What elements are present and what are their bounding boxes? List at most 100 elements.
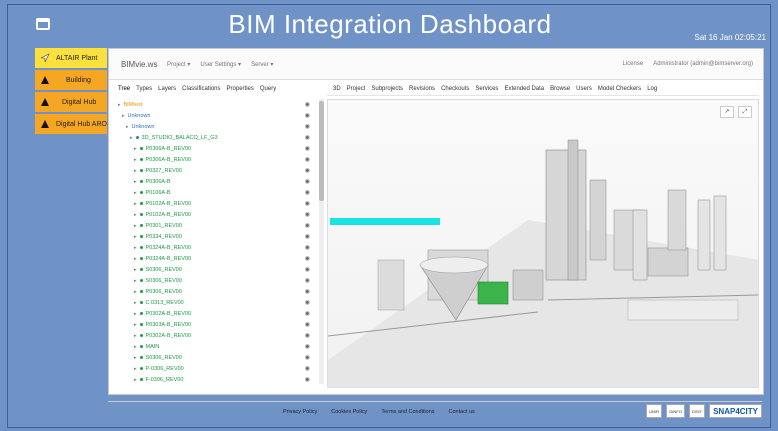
tree-item[interactable]: ▸ P0102A-B_REV00 ◉	[114, 209, 314, 220]
expand-caret-icon[interactable]: ▸	[134, 377, 137, 383]
visibility-eye-icon[interactable]: ◉	[305, 343, 310, 350]
visibility-eye-icon[interactable]: ◉	[305, 321, 310, 328]
tree-item[interactable]: ▸ P0327_REV00 ◉	[114, 165, 314, 176]
visibility-eye-icon[interactable]: ◉	[305, 255, 310, 262]
visibility-eye-icon[interactable]: ◉	[305, 145, 310, 152]
visibility-eye-icon[interactable]: ◉	[305, 233, 310, 240]
menu-server[interactable]: Server ▾	[251, 61, 273, 68]
user-menu[interactable]: Administrator (admin@bimserver.org)	[653, 61, 753, 67]
visibility-eye-icon[interactable]: ◉	[305, 332, 310, 339]
expand-caret-icon[interactable]: ▸	[130, 135, 133, 141]
tree-item[interactable]: ▸ P0302A-B_REV00 ◉	[114, 308, 314, 319]
dinfo-logo[interactable]: DINFO	[666, 404, 685, 418]
menu-user-settings[interactable]: User Settings ▾	[200, 61, 241, 68]
visibility-eye-icon[interactable]: ◉	[305, 101, 310, 108]
brand-link[interactable]: BIMvie.ws	[121, 60, 157, 69]
tree-item[interactable]: ▸ P0334_REV00 ◉	[114, 231, 314, 242]
tab-revisions[interactable]: Revisions	[409, 86, 435, 92]
snap4city-logo[interactable]: SNAP4CITY	[709, 404, 762, 418]
tab-model-checkers[interactable]: Model Checkers	[598, 86, 641, 92]
license-link[interactable]: License	[623, 61, 644, 67]
tree-item[interactable]: ▸ P0306A-B_REV00 ◉	[114, 143, 314, 154]
expand-caret-icon[interactable]: ▸	[134, 190, 137, 196]
privacy-policy-link[interactable]: Privacy Policy	[283, 409, 317, 415]
unifi-logo[interactable]: UNIFI	[645, 404, 663, 418]
scrollbar-thumb[interactable]	[319, 101, 324, 201]
expand-caret-icon[interactable]: ▸	[134, 344, 137, 350]
visibility-eye-icon[interactable]: ◉	[305, 211, 310, 218]
sidebar-item-digital-hub-aro[interactable]: Digital Hub ARO	[35, 114, 107, 134]
tab-log[interactable]: Log	[647, 86, 657, 92]
visibility-eye-icon[interactable]: ◉	[305, 134, 310, 141]
tree-item[interactable]: ▸ P-0306_REV00 ◉	[114, 363, 314, 374]
pin-icon[interactable]: ↗	[720, 106, 734, 118]
visibility-eye-icon[interactable]: ◉	[305, 189, 310, 196]
visibility-eye-icon[interactable]: ◉	[305, 178, 310, 185]
tree-item[interactable]: ▸ P0324A-B_REV00 ◉	[114, 242, 314, 253]
tab-extended-data[interactable]: Extended Data	[504, 86, 544, 92]
tab-subprojects[interactable]: Subprojects	[371, 86, 403, 92]
tab-classifications[interactable]: Classifications	[182, 86, 220, 92]
visibility-eye-icon[interactable]: ◉	[305, 156, 310, 163]
expand-caret-icon[interactable]: ▸	[134, 333, 137, 339]
tree-item[interactable]: ▸ 3D_STUDIO_BALACO_LF_G3 ◉	[114, 132, 314, 143]
tab-3d[interactable]: 3D	[333, 86, 341, 92]
terms-link[interactable]: Terms and Conditions	[381, 409, 434, 415]
3d-viewer[interactable]: ↗ ⤢	[327, 99, 759, 388]
visibility-eye-icon[interactable]: ◉	[305, 200, 310, 207]
tree-item[interactable]: ▸ P0106A-B ◉	[114, 187, 314, 198]
tree-item[interactable]: ▸ S0306_REV00 ◉	[114, 352, 314, 363]
tree-item[interactable]: ▸ MAIN ◉	[114, 341, 314, 352]
expand-caret-icon[interactable]: ▸	[134, 212, 137, 218]
visibility-eye-icon[interactable]: ◉	[305, 376, 310, 383]
tree-item[interactable]: ▸ P0102A-B_REV00 ◉	[114, 198, 314, 209]
disit-logo[interactable]: DISIT	[688, 404, 706, 418]
tab-checkouts[interactable]: Checkouts	[441, 86, 469, 92]
tree-item[interactable]: ▸ Unknown ◉	[114, 121, 314, 132]
visibility-eye-icon[interactable]: ◉	[305, 222, 310, 229]
visibility-eye-icon[interactable]: ◉	[305, 299, 310, 306]
sidebar-item-altair-plant[interactable]: ALTAIR Plant	[35, 48, 107, 68]
tree-item[interactable]: ▸ P0324A-B_REV00 ◉	[114, 253, 314, 264]
tree-item[interactable]: ▸ P0302A-B_REV00 ◉	[114, 330, 314, 341]
sidebar-item-digital-hub[interactable]: Digital Hub	[35, 92, 107, 112]
tree-item[interactable]: ▸ P0306A-B ◉	[114, 176, 314, 187]
expand-caret-icon[interactable]: ▸	[134, 157, 137, 163]
tab-services[interactable]: Services	[475, 86, 498, 92]
tab-properties[interactable]: Properties	[227, 86, 254, 92]
visibility-eye-icon[interactable]: ◉	[305, 365, 310, 372]
expand-caret-icon[interactable]: ▸	[134, 322, 137, 328]
visibility-eye-icon[interactable]: ◉	[305, 277, 310, 284]
expand-caret-icon[interactable]: ▸	[118, 102, 121, 108]
tab-browse[interactable]: Browse	[550, 86, 570, 92]
tree-item[interactable]: ▸ P0306_REV00 ◉	[114, 286, 314, 297]
expand-caret-icon[interactable]: ▸	[134, 289, 137, 295]
expand-caret-icon[interactable]: ▸	[134, 300, 137, 306]
expand-caret-icon[interactable]: ▸	[134, 267, 137, 273]
expand-caret-icon[interactable]: ▸	[122, 113, 125, 119]
expand-caret-icon[interactable]: ▸	[134, 146, 137, 152]
contact-link[interactable]: Contact us	[449, 409, 475, 415]
tab-users[interactable]: Users	[576, 86, 592, 92]
visibility-eye-icon[interactable]: ◉	[305, 310, 310, 317]
expand-caret-icon[interactable]: ▸	[134, 311, 137, 317]
expand-caret-icon[interactable]: ▸	[134, 278, 137, 284]
tree-item[interactable]: ▸ S0306_REV00 ◉	[114, 275, 314, 286]
tree-item[interactable]: ▸ Unknown ◉	[114, 110, 314, 121]
visibility-eye-icon[interactable]: ◉	[305, 354, 310, 361]
visibility-eye-icon[interactable]: ◉	[305, 266, 310, 273]
tree-item[interactable]: ▸ BIMtest ◉	[114, 99, 314, 110]
visibility-eye-icon[interactable]: ◉	[305, 244, 310, 251]
expand-caret-icon[interactable]: ▸	[134, 201, 137, 207]
expand-caret-icon[interactable]: ▸	[126, 124, 129, 130]
tree-item[interactable]: ▸ P0306A-B_REV00 ◉	[114, 154, 314, 165]
expand-caret-icon[interactable]: ▸	[134, 355, 137, 361]
tree-item[interactable]: ▸ P0301_REV00 ◉	[114, 220, 314, 231]
expand-caret-icon[interactable]: ▸	[134, 245, 137, 251]
tree-scrollbar[interactable]	[319, 99, 324, 384]
menu-project[interactable]: Project ▾	[167, 61, 190, 68]
expand-caret-icon[interactable]: ▸	[134, 256, 137, 262]
visibility-eye-icon[interactable]: ◉	[305, 167, 310, 174]
expand-caret-icon[interactable]: ▸	[134, 179, 137, 185]
tab-types[interactable]: Types	[136, 86, 152, 92]
